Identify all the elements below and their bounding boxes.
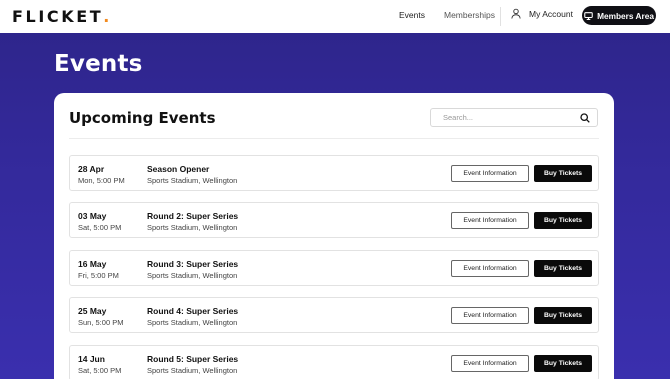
event-information-button[interactable]: Event Information (451, 165, 529, 182)
nav-link-memberships[interactable]: Memberships (444, 10, 495, 20)
members-area-button[interactable]: Members Area (582, 6, 656, 25)
event-venue: Sports Stadium, Wellington (147, 366, 238, 375)
event-venue: Sports Stadium, Wellington (147, 318, 238, 327)
event-name: Season Opener (147, 164, 210, 174)
event-row: 14 Jun Sat, 5:00 PM Round 5: Super Serie… (69, 345, 599, 379)
event-information-button[interactable]: Event Information (451, 212, 529, 229)
nav-link-my-account[interactable]: My Account (511, 8, 573, 19)
buy-tickets-button[interactable]: Buy Tickets (534, 307, 592, 324)
event-date: 16 May (78, 259, 107, 269)
event-name: Round 4: Super Series (147, 306, 239, 316)
event-date: 03 May (78, 211, 107, 221)
flicket-logo[interactable]: FLICKET. (12, 7, 112, 26)
event-name: Round 2: Super Series (147, 211, 239, 221)
event-row: 28 Apr Mon, 5:00 PM Season Opener Sports… (69, 155, 599, 191)
event-row: 03 May Sat, 5:00 PM Round 2: Super Serie… (69, 202, 599, 238)
upcoming-events-card: Upcoming Events 28 Apr Mon, 5:00 PM Seas… (54, 93, 614, 379)
search-icon[interactable] (580, 113, 590, 123)
event-search (430, 108, 598, 127)
event-time: Sat, 5:00 PM (78, 366, 122, 375)
members-area-label: Members Area (597, 10, 654, 21)
upcoming-events-title: Upcoming Events (69, 109, 216, 127)
buy-tickets-button[interactable]: Buy Tickets (534, 260, 592, 277)
logo-text: FLICKET (12, 7, 104, 26)
event-row: 25 May Sun, 5:00 PM Round 4: Super Serie… (69, 297, 599, 333)
event-venue: Sports Stadium, Wellington (147, 271, 238, 280)
event-information-button[interactable]: Event Information (451, 307, 529, 324)
event-time: Sun, 5:00 PM (78, 318, 124, 327)
event-time: Sat, 5:00 PM (78, 223, 122, 232)
card-divider (69, 138, 599, 139)
event-information-button[interactable]: Event Information (451, 355, 529, 372)
buy-tickets-button[interactable]: Buy Tickets (534, 165, 592, 182)
event-name: Round 5: Super Series (147, 354, 239, 364)
event-date: 28 Apr (78, 164, 105, 174)
event-venue: Sports Stadium, Wellington (147, 176, 238, 185)
event-venue: Sports Stadium, Wellington (147, 223, 238, 232)
monitor-icon (584, 11, 593, 20)
event-date: 14 Jun (78, 354, 105, 364)
buy-tickets-button[interactable]: Buy Tickets (534, 212, 592, 229)
nav-link-events[interactable]: Events (399, 10, 425, 20)
user-icon (511, 8, 521, 19)
event-row: 16 May Fri, 5:00 PM Round 3: Super Serie… (69, 250, 599, 286)
event-information-button[interactable]: Event Information (451, 260, 529, 277)
event-time: Mon, 5:00 PM (78, 176, 125, 185)
top-navigation: FLICKET. Events Memberships My Account M… (0, 0, 670, 33)
page-title: Events (54, 51, 143, 77)
event-date: 25 May (78, 306, 107, 316)
my-account-label: My Account (529, 8, 573, 19)
search-input[interactable] (443, 113, 573, 122)
nav-divider (500, 7, 501, 26)
buy-tickets-button[interactable]: Buy Tickets (534, 355, 592, 372)
event-name: Round 3: Super Series (147, 259, 239, 269)
event-time: Fri, 5:00 PM (78, 271, 119, 280)
logo-dot: . (103, 7, 112, 26)
